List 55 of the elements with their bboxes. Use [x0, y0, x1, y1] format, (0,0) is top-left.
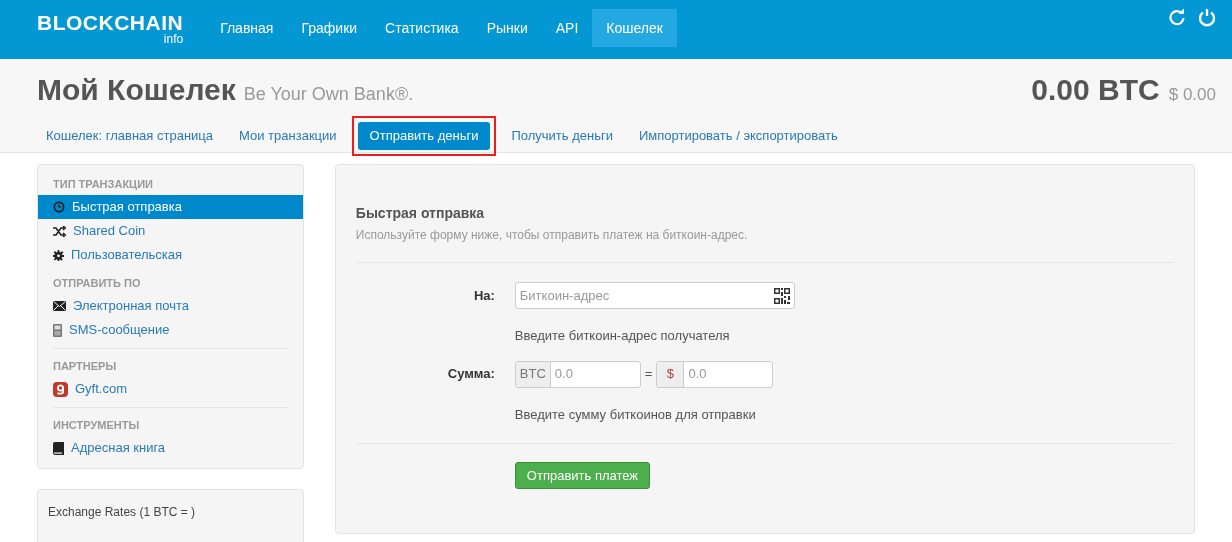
qr-code-icon[interactable]: [773, 287, 790, 304]
logo-subtitle: info: [163, 33, 184, 45]
btc-amount-field[interactable]: BTC 0.0: [514, 360, 641, 388]
nav-link[interactable]: Графики: [287, 9, 372, 47]
usd-amount-field[interactable]: $ 0.0: [656, 360, 774, 388]
currency-addon: BTC: [515, 361, 551, 387]
sidebar-item[interactable]: Электронная почта: [38, 294, 303, 318]
form-title: Быстрая отправка: [355, 204, 486, 223]
currency-addon: $: [657, 361, 685, 387]
sidebar-item[interactable]: Shared Coin: [38, 219, 303, 243]
nav-link[interactable]: Кошелек: [592, 9, 677, 47]
nav-link[interactable]: Рынки: [472, 9, 542, 47]
tab[interactable]: Импортировать / экспортировать: [626, 122, 850, 150]
equals-sign: =: [644, 365, 653, 384]
page-title: Мой Кошелек: [37, 72, 236, 108]
address-input[interactable]: Биткоин-адрес: [519, 285, 774, 306]
section-heading: ОТПРАВИТЬ ПО: [52, 275, 142, 291]
exchange-rates-title: Exchange Rates (1 BTC = ): [48, 505, 196, 519]
gift-card-icon: [53, 381, 68, 397]
shuffle-icon: [53, 225, 66, 237]
usd-amount-input[interactable]: 0.0: [684, 361, 773, 387]
nav-link[interactable]: API: [541, 9, 593, 47]
to-label: На:: [472, 286, 495, 305]
sidebar-item[interactable]: Gyft.com: [38, 377, 303, 401]
balance-usd: $ 0.00: [1168, 84, 1216, 106]
amount-help: Введите сумму биткоинов для отправки: [514, 405, 757, 424]
tab[interactable]: Мои транзакции: [227, 122, 349, 150]
nav-link[interactable]: Статистика: [371, 9, 473, 47]
refresh-icon[interactable]: [1168, 8, 1186, 26]
send-payment-button[interactable]: Отправить платеж: [514, 462, 651, 489]
tab[interactable]: Отправить деньги: [357, 122, 491, 150]
phone-icon: [53, 323, 62, 337]
envelope-icon: [53, 301, 66, 311]
address-help: Введите биткоин-адрес получателя: [514, 327, 731, 345]
power-icon[interactable]: [1198, 8, 1216, 27]
section-heading: ПАРТНЕРЫ: [52, 358, 118, 374]
book-icon: [53, 441, 64, 455]
tagline: Be Your Own Bank®.: [243, 83, 414, 106]
btc-amount-input[interactable]: 0.0: [550, 361, 640, 387]
sidebar-item[interactable]: Адресная книга: [38, 436, 303, 460]
amount-label: Сумма:: [446, 365, 495, 384]
tab[interactable]: Кошелек: главная страница: [34, 122, 226, 150]
form-subtitle: Используйте форму ниже, чтобы отправить платеж на биткоин-адрес.: [355, 227, 749, 244]
sidebar-item[interactable]: Быстрая отправка: [38, 195, 303, 219]
nav-link[interactable]: Главная: [206, 9, 288, 47]
address-field[interactable]: Биткоин-адрес: [514, 282, 795, 309]
sidebar-item[interactable]: SMS-сообщение: [38, 318, 303, 342]
gear-icon: [53, 249, 64, 261]
balance: 0.00 BTC: [1031, 72, 1160, 108]
sidebar-item[interactable]: Пользовательская: [38, 243, 303, 267]
logo[interactable]: BLOCKCHAIN: [37, 12, 184, 34]
section-heading: ТИП ТРАНЗАКЦИИ: [52, 176, 154, 192]
section-heading: ИНСТРУМЕНТЫ: [52, 417, 141, 433]
tab[interactable]: Получить деньги: [499, 122, 625, 150]
clock-icon: [53, 201, 65, 213]
